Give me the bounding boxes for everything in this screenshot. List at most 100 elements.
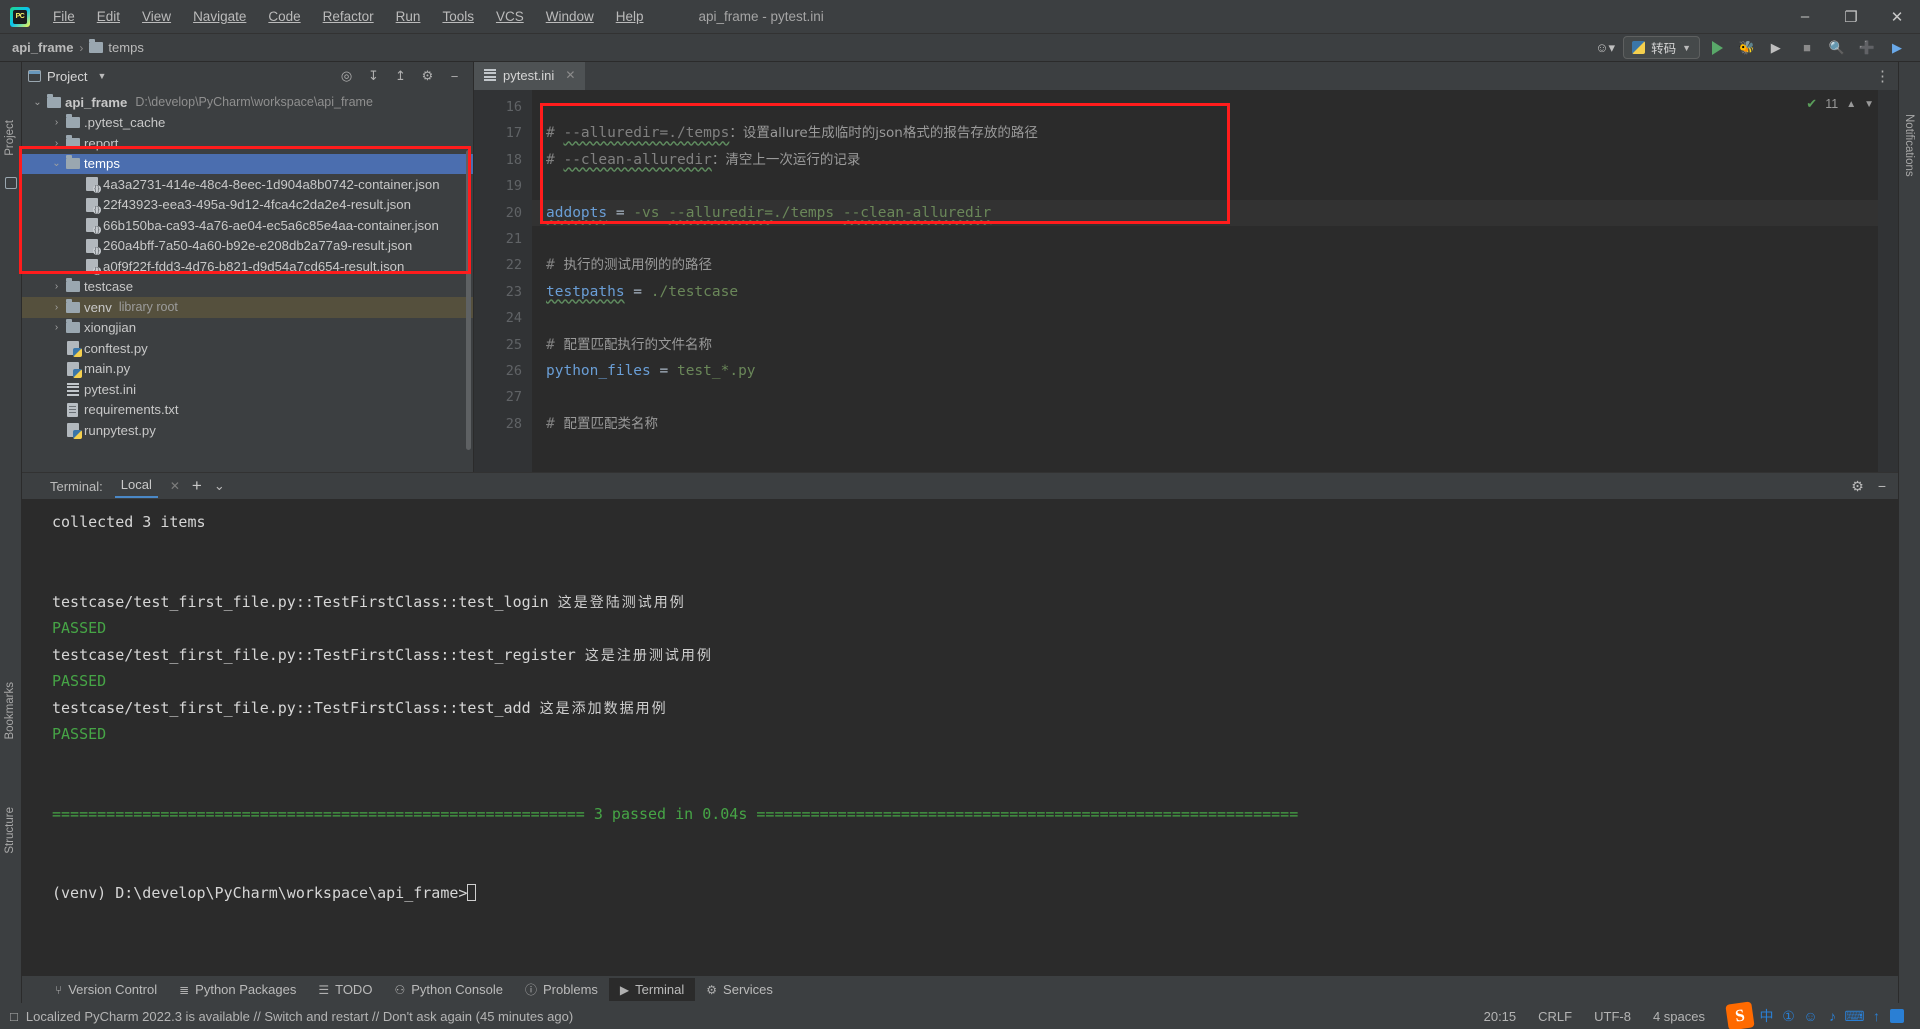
tool-window-python-packages[interactable]: ≣ Python Packages	[168, 978, 307, 1001]
select-opened-file-icon[interactable]: ◎	[338, 68, 355, 85]
debug-button[interactable]: 🐝	[1734, 37, 1760, 59]
tool-window-terminal[interactable]: ▶ Terminal	[608, 978, 696, 1001]
tree-row[interactable]: 260a4bff-7a50-4a60-b92e-e208db2a77a9-res…	[22, 236, 473, 257]
code-line[interactable]: # --alluredir=./temps：设置allure生成临时的json格…	[532, 120, 1898, 146]
rail-notifications-label[interactable]: Notifications	[1903, 114, 1915, 177]
chevron-up-icon[interactable]: ▲	[1846, 99, 1856, 110]
code-line[interactable]: # 执行的测试用例的的路径	[532, 252, 1898, 278]
editor-body[interactable]: 16 17 18 19 20 21 22 23 24 25 26 27 28 # --alluredir…	[474, 90, 1898, 472]
expand-arrow-icon[interactable]: ›	[49, 138, 64, 149]
menu-view[interactable]: View	[131, 5, 182, 28]
file-encoding[interactable]: UTF-8	[1594, 1009, 1631, 1024]
rail-project-label[interactable]: Project	[4, 120, 16, 156]
tray-icon-4[interactable]: ⌨	[1844, 1008, 1864, 1025]
tree-row[interactable]: ⌄ temps	[22, 153, 473, 174]
collapse-all-icon[interactable]: ↥	[392, 68, 409, 85]
tree-row[interactable]: 4a3a2731-414e-48c4-8eec-1d904a8b0742-con…	[22, 174, 473, 195]
tree-row[interactable]: a0f9f22f-fdd3-4d76-b821-d9d54a7cd654-res…	[22, 256, 473, 277]
menu-refactor[interactable]: Refactor	[312, 5, 385, 28]
menu-help[interactable]: Help	[605, 5, 655, 28]
tree-row[interactable]: 66b150ba-ca93-4a76-ae04-ec5a6c85e4aa-con…	[22, 215, 473, 236]
project-panel-title[interactable]: Project ▼	[28, 69, 106, 84]
run-coverage-button[interactable]: ▶	[1764, 37, 1790, 59]
code-line[interactable]: testpaths = ./testcase	[532, 279, 1898, 305]
menu-run[interactable]: Run	[385, 5, 432, 28]
updates-icon[interactable]: ➕	[1854, 37, 1880, 59]
tree-row[interactable]: › testcase	[22, 277, 473, 298]
editor-scrollbar[interactable]	[1878, 90, 1898, 472]
menu-window[interactable]: Window	[535, 5, 605, 28]
expand-arrow-icon[interactable]: ›	[49, 117, 64, 128]
tree-row[interactable]: › report	[22, 133, 473, 154]
breadcrumb-project[interactable]: api_frame	[12, 40, 73, 55]
ime-mode-icon[interactable]: 中	[1758, 1008, 1775, 1025]
tree-row[interactable]: runpytest.py	[22, 420, 473, 441]
menu-edit[interactable]: Edit	[86, 5, 131, 28]
code-line[interactable]	[532, 226, 1898, 252]
code-line[interactable]: # 配置匹配类名称	[532, 411, 1898, 437]
indent-setting[interactable]: 4 spaces	[1653, 1009, 1705, 1024]
line-separator[interactable]: CRLF	[1538, 1009, 1572, 1024]
tool-window-services[interactable]: ⚙ Services	[695, 978, 784, 1001]
tray-icon-6[interactable]	[1890, 1009, 1904, 1023]
tool-window-problems[interactable]: ⓘ Problems	[514, 977, 609, 1002]
expand-arrow-icon[interactable]: ›	[49, 302, 64, 313]
tray-icon-5[interactable]: ↑	[1868, 1008, 1885, 1025]
more-options-icon[interactable]: ⋮	[1875, 67, 1890, 85]
terminal-tab-local[interactable]: Local	[114, 474, 158, 498]
chevron-down-icon[interactable]: ▼	[1864, 99, 1874, 110]
code-line[interactable]: addopts = -vs --alluredir=./temps --clea…	[532, 199, 1898, 226]
tray-icon-2[interactable]: ☺	[1802, 1008, 1819, 1025]
sogou-ime-icon[interactable]: S	[1725, 1001, 1755, 1029]
search-icon[interactable]: 🔍	[1824, 37, 1850, 59]
tree-row[interactable]: pytest.ini	[22, 379, 473, 400]
menu-code[interactable]: Code	[257, 5, 311, 28]
tab-pytest-ini[interactable]: pytest.ini ✕	[474, 62, 586, 90]
project-tree[interactable]: ⌄ api_frame D:\develop\PyCharm\workspace\a…	[22, 90, 473, 472]
ide-notice-text[interactable]: Localized PyCharm 2022.3 is available //…	[26, 1009, 573, 1024]
chevron-down-icon[interactable]: ▼	[97, 71, 106, 81]
hide-panel-icon[interactable]: −	[1878, 478, 1886, 494]
tree-row[interactable]: › .pytest_cache	[22, 113, 473, 134]
code-line[interactable]	[532, 384, 1898, 410]
code-line[interactable]: # --clean-alluredir：清空上一次运行的记录	[532, 147, 1898, 173]
tool-window-python-console[interactable]: ⚇ Python Console	[383, 978, 514, 1001]
expand-arrow-icon[interactable]: ›	[49, 322, 64, 333]
tab-close-icon[interactable]: ✕	[565, 68, 575, 82]
stop-button[interactable]: ■	[1794, 37, 1820, 59]
tree-row[interactable]: main.py	[22, 359, 473, 380]
expand-arrow-icon[interactable]: ⌄	[49, 158, 64, 169]
code-line[interactable]: python_files = test_*.py	[532, 358, 1898, 384]
rail-bookmarks-label[interactable]: Bookmarks	[4, 682, 16, 740]
account-icon[interactable]: ☺▾	[1591, 37, 1619, 59]
tree-row[interactable]: requirements.txt	[22, 400, 473, 421]
chevron-down-icon[interactable]: ⌄	[214, 478, 225, 494]
expand-arrow-icon[interactable]: ›	[49, 281, 64, 292]
ai-assistant-icon[interactable]: ▶	[1884, 37, 1910, 59]
maximize-button[interactable]: ❐	[1828, 0, 1874, 33]
minimize-button[interactable]: –	[1782, 0, 1828, 33]
code-line[interactable]	[532, 173, 1898, 199]
tray-icon-3[interactable]: ♪	[1824, 1008, 1841, 1025]
tree-row[interactable]: › venv library root	[22, 297, 473, 318]
tree-row[interactable]: › xiongjian	[22, 318, 473, 339]
add-terminal-icon[interactable]: +	[192, 476, 202, 496]
menu-navigate[interactable]: Navigate	[182, 5, 257, 28]
breadcrumb-temps[interactable]: temps	[89, 39, 144, 55]
terminal-tab-close-icon[interactable]: ✕	[170, 479, 180, 493]
caret-position[interactable]: 20:15	[1484, 1009, 1517, 1024]
run-configuration-selector[interactable]: 转码 ▼	[1623, 36, 1700, 59]
menu-vcs[interactable]: VCS	[485, 5, 535, 28]
tree-row[interactable]: ⌄ api_frame D:\develop\PyCharm\workspace\a…	[22, 92, 473, 113]
tree-row[interactable]: conftest.py	[22, 338, 473, 359]
hide-panel-icon[interactable]: −	[446, 68, 463, 85]
settings-gear-icon[interactable]: ⚙	[419, 68, 436, 85]
tree-row[interactable]: 22f43923-eea3-495a-9d12-4fca4c2da2e4-res…	[22, 195, 473, 216]
code-line[interactable]: # 配置匹配执行的文件名称	[532, 332, 1898, 358]
close-button[interactable]: ✕	[1874, 0, 1920, 33]
rail-structure-label[interactable]: Structure	[4, 807, 16, 854]
terminal-output[interactable]: collected 3 items testcase/test_first_fi…	[22, 499, 1898, 975]
expand-all-icon[interactable]: ↧	[365, 68, 382, 85]
expand-arrow-icon[interactable]: ⌄	[30, 97, 45, 108]
code-line[interactable]	[532, 305, 1898, 331]
